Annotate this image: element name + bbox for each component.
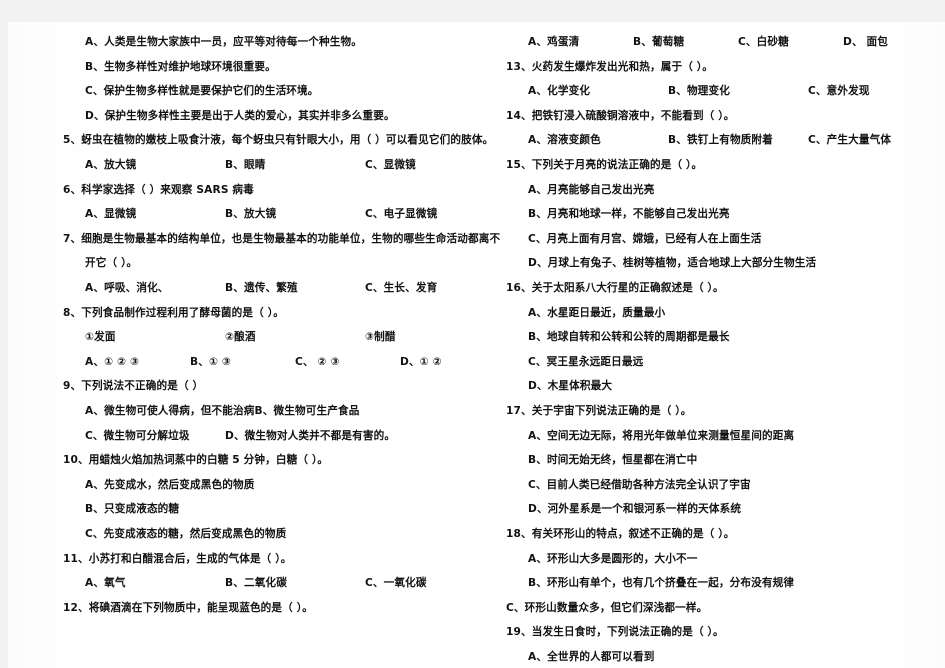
option-choice: D、微生物对人类并不都是有害的。 (225, 429, 396, 442)
option-choice: B、铁钉上有物质附着 (668, 134, 773, 147)
option-line: D、河外星系是一个和银河系一样的天体系统 (528, 503, 742, 516)
option-choice: A、溶液变颜色 (528, 134, 601, 147)
option-line: A、人类是生物大家族中一员，应平等对待每一个种生物。 (85, 36, 362, 48)
option-choice: B、物理变化 (668, 85, 730, 98)
option-line: A、水星距日最近，质量最小 (528, 306, 666, 319)
option-choice: ③制醋 (365, 331, 396, 344)
option-row: A、显微镜 B、放大镜 C、电子显微镜 (85, 206, 505, 221)
option-row: A、溶液变颜色 B、铁钉上有物质附着 C、产生大量气体 (528, 132, 945, 147)
option-row: A、化学变化 B、物理变化 C、意外发现 (528, 83, 945, 98)
option-line: A、月亮能够自己发出光亮 (528, 183, 655, 196)
question-stem: 19、当发生日食时，下列说法正确的是（ ）。 (506, 626, 724, 639)
question-stem: 17、关于宇宙下列说法正确的是（ ）。 (506, 405, 692, 417)
option-choice: C、电子显微镜 (365, 208, 438, 221)
option-choice: B、微生物可生产食品 (254, 405, 360, 417)
question-stem: 9、下列说法不正确的是（ ） (63, 380, 204, 393)
option-choice: ②酿酒 (225, 331, 256, 344)
option-line: D、木星体积最大 (528, 380, 613, 393)
option-choice: A、显微镜 (85, 208, 137, 221)
option-choice: A、微生物可使人得病，但不能治病 (85, 405, 255, 417)
option-choice: ①发面 (85, 331, 116, 344)
option-choice: B、遗传、繁殖 (225, 282, 298, 294)
option-choice: C、微生物可分解垃圾 (85, 429, 190, 442)
option-line: A、空间无边无际，将用光年做单位来测量恒星间的距离 (528, 429, 795, 442)
option-line: C、目前人类已经借助各种方法完全认识了宇宙 (528, 478, 751, 491)
question-stem: 5、蚜虫在植物的嫩枝上吸食汁液，每个蚜虫只有针眼大小，用（ ）可以看见它们的肢体… (63, 134, 494, 147)
question-stem: 15、下列关于月亮的说法正确的是（ ）。 (506, 159, 703, 171)
question-stem: 13、火药发生爆炸发出光和热，属于（ ）。 (506, 60, 713, 73)
option-choice: A、氧气 (85, 577, 126, 590)
option-row: A、呼吸、消化、 B、遗传、繁殖 C、生长、发育 (85, 280, 505, 295)
option-choice: C、白砂糖 (738, 36, 789, 48)
option-row: A、鸡蛋清 B、葡萄糖 C、白砂糖 D、 面包 (528, 34, 945, 49)
option-row: C、微生物可分解垃圾 D、微生物对人类并不都是有害的。 (85, 428, 395, 443)
option-choice: B、① ③ (190, 355, 232, 368)
option-choice: C、生长、发育 (365, 282, 438, 294)
option-choice: B、葡萄糖 (633, 36, 685, 48)
question-stem: 8、下列食品制作过程利用了酵母菌的是（ ）。 (63, 306, 284, 319)
page-columns: A、人类是生物大家族中一员，应平等对待每一个种生物。 B、生物多样性对维护地球环境… (8, 22, 945, 668)
question-stem: 6、科学家选择（ ）来观察 SARS 病毒 (63, 183, 254, 196)
option-line: C、保护生物多样性就是要保护它们的生活环境。 (85, 85, 319, 98)
option-choice: A、鸡蛋清 (528, 36, 580, 48)
option-choice: B、放大镜 (225, 208, 277, 221)
option-choice: C、意外发现 (808, 85, 870, 98)
option-row: A、微生物可使人得病，但不能治病B、微生物可生产食品 (85, 403, 395, 418)
option-choice: A、化学变化 (528, 85, 591, 98)
question-stem: 10、用蜡烛火焰加热词蒸中的白糖 5 分钟，白糖（ ）。 (63, 454, 329, 467)
option-row: ①发面 ②酿酒 ③制醋 (85, 329, 505, 344)
option-choice: A、呼吸、消化、 (85, 282, 169, 294)
option-line: B、只变成液态的糖 (85, 503, 180, 516)
option-choice: A、① ② ③ (85, 355, 140, 368)
option-row: A、氧气 B、二氧化碳 C、一氧化碳 (85, 575, 505, 590)
option-line: A、先变成水，然后变成黑色的物质 (85, 478, 255, 491)
option-line: C、先变成液态的糖，然后变成黑色的物质 (85, 528, 287, 540)
option-line: B、时间无始无终，恒星都在消亡中 (528, 454, 698, 467)
option-choice: B、二氧化碳 (225, 577, 287, 590)
question-stem: 12、将碘酒滴在下列物质中，能呈现蓝色的是（ ）。 (63, 601, 313, 614)
option-line: A、全世界的人都可以看到 (528, 651, 655, 663)
question-stem: 14、把铁钉浸入硫酸铜溶液中，不能看到（ ）。 (506, 109, 735, 122)
option-choice: C、 ② ③ (295, 355, 340, 368)
question-stem: 16、关于太阳系八大行星的正确叙述是（ ）。 (506, 282, 724, 294)
page-top-margin (0, 0, 945, 22)
option-line: D、月球上有兔子、桂树等植物，适合地球上大部分生物生活 (528, 257, 817, 270)
option-choice: C、一氧化碳 (365, 577, 427, 590)
scanned-exam-page: A、人类是生物大家族中一员，应平等对待每一个种生物。 B、生物多样性对维护地球环境… (8, 22, 945, 668)
option-choice: D、 面包 (843, 36, 889, 48)
page-left-margin (0, 0, 8, 668)
option-choice: C、产生大量气体 (808, 134, 892, 147)
option-line: B、环形山有单个，也有几个挤叠在一起，分布没有规律 (528, 577, 795, 590)
option-line: B、地球自转和公转和公转的周期都是最长 (528, 331, 730, 344)
option-line: C、月亮上面有月宫、嫦娥，已经有人在上面生活 (528, 232, 762, 245)
option-choice: D、① ② (400, 355, 442, 368)
option-row: A、放大镜 B、眼睛 C、显微镜 (85, 157, 505, 172)
option-line: A、环形山大多是圆形的，大小不一 (528, 552, 698, 565)
option-choice: B、眼睛 (225, 159, 266, 171)
option-line: B、月亮和地球一样，不能够自己发出光亮 (528, 208, 730, 221)
option-choice: A、放大镜 (85, 159, 137, 171)
question-stem: 7、细胞是生物最基本的结构单位，也是生物最基本的功能单位，生物的哪些生命活动都离… (63, 232, 501, 245)
question-stem: 11、小苏打和白醋混合后，生成的气体是（ ）。 (63, 552, 292, 565)
option-choice: C、显微镜 (365, 159, 416, 171)
option-line: C、环形山数量众多，但它们深浅都一样。 (506, 601, 708, 614)
question-stem-continuation: 开它（ ）。 (85, 257, 138, 270)
option-line: D、保护生物多样性主要是出于人类的爱心，其实并非多么重要。 (85, 109, 395, 122)
question-stem: 18、有关环形山的特点，叙述不正确的是（ ）。 (506, 528, 735, 540)
option-line: C、冥王星永远距日最远 (528, 355, 644, 368)
option-row: A、① ② ③ B、① ③ C、 ② ③ D、① ② (85, 354, 505, 369)
option-line: B、生物多样性对维护地球环境很重要。 (85, 60, 276, 73)
